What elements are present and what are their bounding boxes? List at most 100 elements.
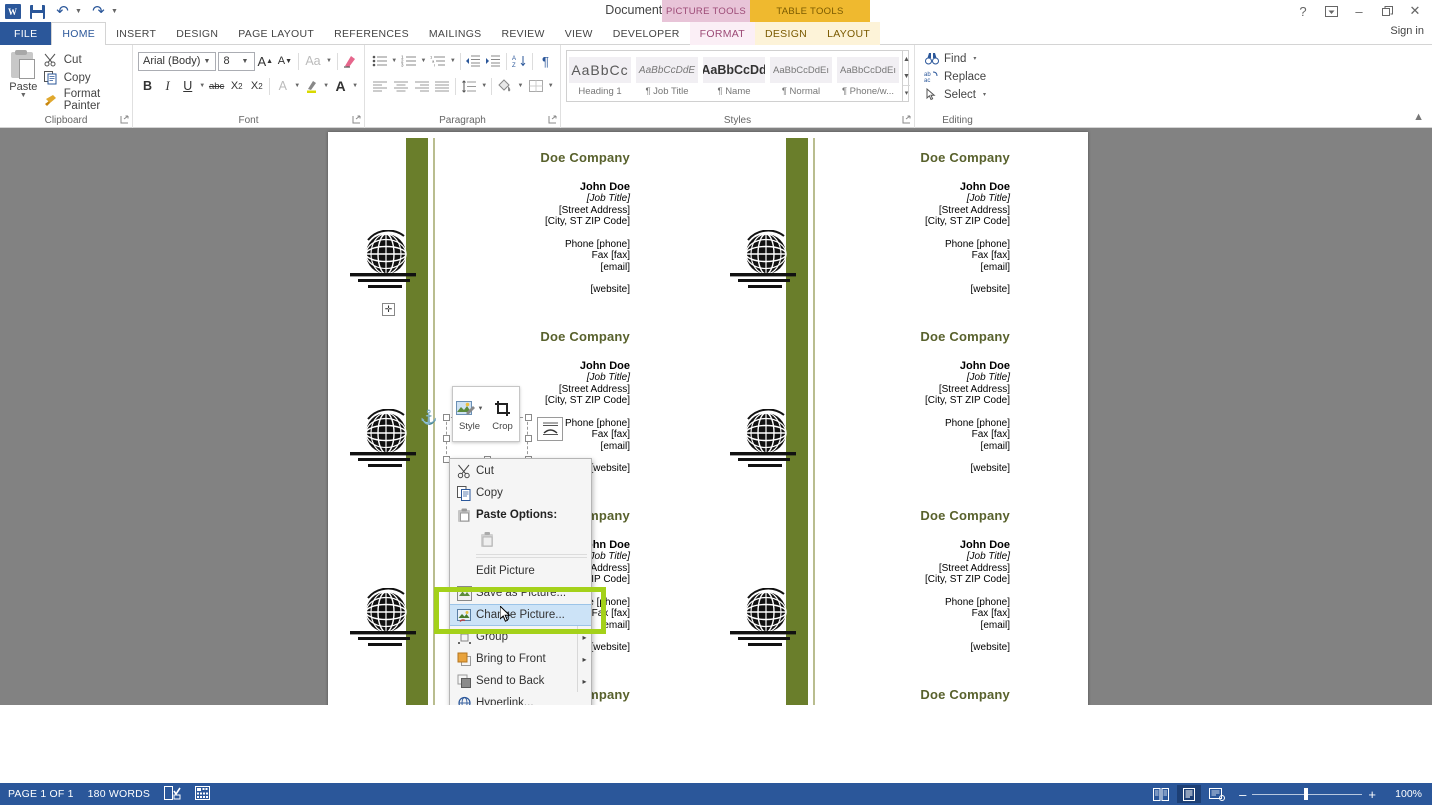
zoom-level[interactable]: 100% <box>1388 788 1422 800</box>
line-spacing-dropdown-icon[interactable]: ▼ <box>480 83 488 89</box>
numbering-dropdown-icon[interactable]: ▼ <box>419 58 427 64</box>
business-card[interactable]: Doe CompanyJohn Doe[Job Title][Street Ad… <box>328 138 644 317</box>
globe-logo-image[interactable] <box>348 408 420 471</box>
styles-scroll-up-button[interactable]: ▲ <box>903 52 910 67</box>
font-dialog-launcher[interactable] <box>352 115 361 126</box>
picture-style-button[interactable]: ▼ Style <box>453 387 486 441</box>
ribbon-display-options-button[interactable] <box>1318 1 1344 21</box>
strikethrough-button[interactable]: abc <box>207 76 226 97</box>
align-right-button[interactable] <box>412 76 432 97</box>
paste-dropdown-icon[interactable]: ▼ <box>20 92 27 99</box>
bullets-dropdown-icon[interactable]: ▼ <box>390 58 398 64</box>
numbering-button[interactable]: 123 <box>399 51 418 72</box>
business-card[interactable]: Doe CompanyJohn Doe[Job Title][Street Ad… <box>708 138 1024 317</box>
ribbon-tab-view-8[interactable]: VIEW <box>555 22 603 45</box>
layout-options-button[interactable] <box>537 417 563 441</box>
selection-handle-tl[interactable] <box>443 414 450 421</box>
styles-dialog-launcher[interactable] <box>902 115 911 126</box>
macro-recording-icon[interactable] <box>195 785 211 803</box>
shading-button[interactable] <box>495 76 515 97</box>
style-item-name[interactable]: AaBbCcDd ¶ Name <box>701 51 768 101</box>
bullets-button[interactable] <box>370 51 389 72</box>
line-spacing-button[interactable] <box>459 76 479 97</box>
text-effects-dropdown-icon[interactable]: ▼ <box>293 83 301 89</box>
print-layout-button[interactable] <box>1177 785 1202 803</box>
selection-handle-mr[interactable] <box>525 435 532 442</box>
multilevel-list-dropdown-icon[interactable]: ▼ <box>449 58 457 64</box>
globe-logo-image[interactable] <box>348 229 420 292</box>
context-menu-item-change-picture[interactable]: Change Picture... <box>450 604 591 626</box>
picture-context-menu[interactable]: Cut Copy Paste Options: Edit Picture Save as… <box>449 458 592 705</box>
ribbon-tab-design-11[interactable]: DESIGN <box>755 22 818 45</box>
ribbon-tab-insert-2[interactable]: INSERT <box>106 22 166 45</box>
globe-logo-image[interactable] <box>348 587 420 650</box>
business-card[interactable]: Doe CompanyJohn Doe[Job Title][Street Ad… <box>708 675 1024 705</box>
context-menu-item-copy[interactable]: Copy <box>450 482 591 504</box>
zoom-track[interactable] <box>1252 788 1363 800</box>
style-item-phone-w[interactable]: AaBbCcDdEı ¶ Phone/w... <box>835 51 902 101</box>
context-menu-item-save-as-picture[interactable]: Save as Picture... <box>450 582 591 604</box>
keep-source-formatting-icon[interactable] <box>476 528 498 550</box>
font-size-dropdown-icon[interactable]: ▼ <box>239 58 252 65</box>
select-button[interactable]: Select ▾ <box>920 86 995 103</box>
context-menu-item-send-to-back[interactable]: Send to Back ▸ <box>450 670 591 692</box>
highlight-color-dropdown-icon[interactable]: ▼ <box>322 83 330 89</box>
align-left-button[interactable] <box>370 76 390 97</box>
font-color-button[interactable]: A <box>331 76 350 97</box>
replace-button[interactable]: ab ac Replace <box>920 68 995 85</box>
restore-button[interactable] <box>1374 1 1400 21</box>
clipboard-dialog-launcher[interactable] <box>120 115 129 126</box>
submenu-arrow-icon[interactable]: ▸ <box>577 670 591 692</box>
show-formatting-marks-button[interactable]: ¶ <box>536 51 555 72</box>
document-canvas[interactable]: Doe Company John Doe [Job Title] [Street Ad… <box>0 128 1432 705</box>
business-card[interactable]: Doe CompanyJohn Doe[Job Title][Street Ad… <box>708 317 1024 496</box>
bold-button[interactable]: B <box>138 76 157 97</box>
cut-button[interactable]: Cut <box>42 51 127 68</box>
submenu-arrow-icon[interactable]: ▸ <box>577 648 591 670</box>
dropdown-arrow-icon[interactable]: ▾ <box>973 55 976 62</box>
ribbon-tab-format-10[interactable]: FORMAT <box>689 22 755 45</box>
ribbon-tab-mailings-6[interactable]: MAILINGS <box>419 22 492 45</box>
find-button[interactable]: Find ▾ <box>920 50 995 67</box>
font-name-dropdown-icon[interactable]: ▼ <box>200 58 213 65</box>
sort-button[interactable]: AZ <box>510 51 529 72</box>
change-case-dropdown-icon[interactable]: ▼ <box>325 58 332 64</box>
context-menu-item-bring-to-front[interactable]: Bring to Front ▸ <box>450 648 591 670</box>
text-highlight-color-button[interactable] <box>302 76 321 97</box>
zoom-knob[interactable] <box>1304 788 1309 800</box>
globe-logo-image[interactable] <box>728 408 800 471</box>
minimize-button[interactable]: – <box>1346 1 1372 21</box>
zoom-slider[interactable]: – + <box>1239 788 1376 801</box>
close-button[interactable]: ✕ <box>1402 1 1428 21</box>
selection-handle-ml[interactable] <box>443 435 450 442</box>
multilevel-list-button[interactable]: 1ai <box>429 51 448 72</box>
word-count[interactable]: 180 WORDS <box>88 788 150 800</box>
style-item-job-title[interactable]: AaBbCcDdE ¶ Job Title <box>634 51 701 101</box>
zoom-out-button[interactable]: – <box>1239 788 1246 801</box>
justify-button[interactable] <box>432 76 452 97</box>
context-menu-item-cut[interactable]: Cut <box>450 460 591 482</box>
change-case-button[interactable]: Aa <box>303 51 324 72</box>
font-size-combobox[interactable]: 8 ▼ <box>218 51 255 71</box>
borders-button[interactable] <box>526 76 546 97</box>
underline-dropdown-icon[interactable]: ▼ <box>198 83 206 89</box>
globe-logo-image[interactable] <box>728 229 800 292</box>
clear-formatting-button[interactable] <box>341 51 359 72</box>
copy-button[interactable]: Copy <box>42 69 127 86</box>
dropdown-arrow-icon[interactable]: ▾ <box>983 91 986 98</box>
subscript-button[interactable]: X2 <box>227 76 246 97</box>
text-effects-button[interactable]: A <box>273 76 292 97</box>
ribbon-tab-developer-9[interactable]: DEVELOPER <box>603 22 690 45</box>
ribbon-tab-layout-12[interactable]: LAYOUT <box>817 22 881 45</box>
increase-indent-button[interactable] <box>484 51 503 72</box>
shrink-font-button[interactable]: A ▼ <box>276 51 294 72</box>
format-painter-button[interactable]: Format Painter <box>42 87 127 113</box>
help-button[interactable]: ? <box>1290 1 1316 21</box>
style-item-normal[interactable]: AaBbCcDdEı ¶ Normal <box>768 51 835 101</box>
superscript-button[interactable]: X2 <box>247 76 266 97</box>
context-menu-item-hyperlink[interactable]: Hyperlink... <box>450 692 591 705</box>
spell-check-icon[interactable] <box>164 785 181 803</box>
ribbon-tab-review-7[interactable]: REVIEW <box>491 22 554 45</box>
styles-more-button[interactable]: ▾ <box>903 85 910 100</box>
context-menu-item-edit-picture[interactable]: Edit Picture <box>450 560 591 582</box>
